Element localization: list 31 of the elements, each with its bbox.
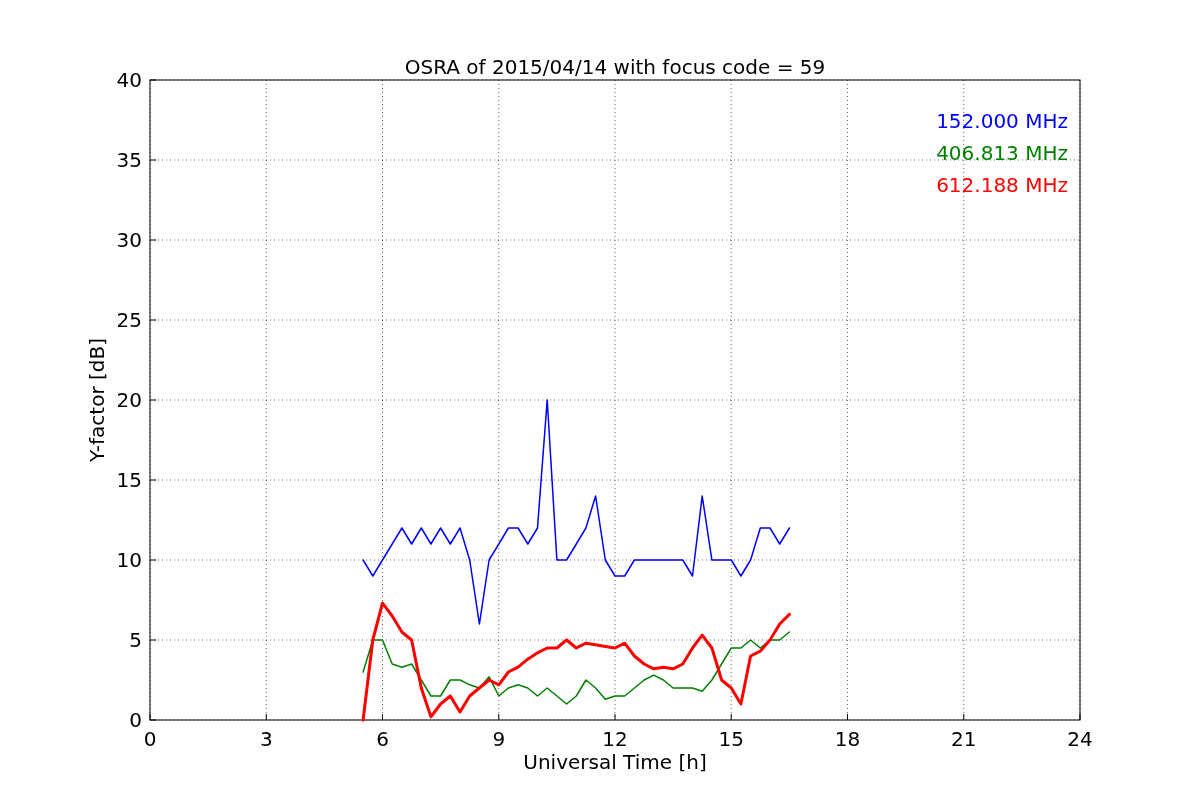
y-tick-label: 35 [116,148,142,172]
chart-title: OSRA of 2015/04/14 with focus code = 59 [404,55,826,79]
legend-label: 406.813 MHz [936,141,1068,165]
x-tick-label: 21 [951,727,977,751]
y-tick-label: 5 [129,628,142,652]
y-tick-label: 40 [116,68,142,92]
x-tick-label: 3 [259,727,273,751]
x-tick-label: 6 [376,727,389,751]
x-tick-label: 0 [143,727,157,751]
legend-label: 612.188 MHz [936,173,1068,197]
y-tick-label: 0 [129,708,142,732]
y-tick-mark [149,239,157,241]
y-tick-mark [149,399,157,401]
y-tick-mark [149,559,157,561]
y-tick-mark [149,479,157,481]
y-tick-mark [149,639,157,641]
x-axis-label: Universal Time [h] [523,750,707,774]
x-tick-label: 15 [718,727,744,751]
y-tick-label: 30 [116,228,142,252]
y-tick-label: 15 [116,468,142,492]
legend-label: 152.000 MHz [936,109,1068,133]
x-tick-label: 9 [492,727,506,751]
y-tick-mark [149,319,157,321]
y-tick-label: 25 [116,308,142,332]
y-tick-mark [149,159,157,161]
y-tick-label: 20 [116,388,142,412]
x-tick-label: 18 [834,727,861,751]
y-axis-label: Y-factor [dB] [85,338,109,462]
x-tick-label: 12 [602,727,628,751]
x-tick-label: 24 [1067,727,1093,751]
y-tick-label: 10 [116,548,142,572]
